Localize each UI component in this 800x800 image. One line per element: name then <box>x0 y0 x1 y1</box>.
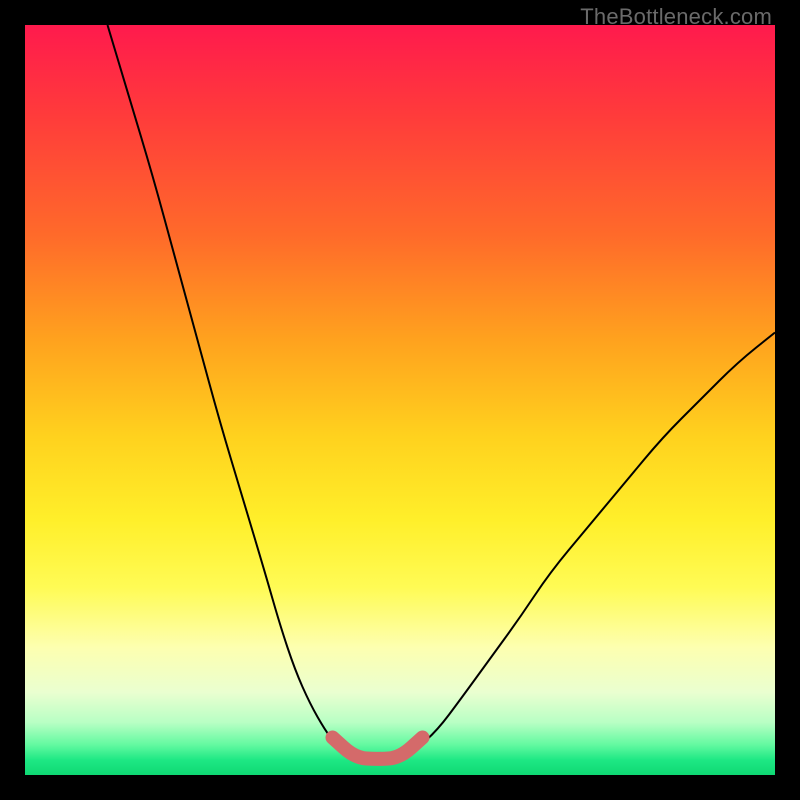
curves-svg <box>25 25 775 775</box>
right-curve <box>400 333 775 759</box>
plot-area <box>25 25 775 775</box>
chart-frame: TheBottleneck.com <box>0 0 800 800</box>
bottom-highlight <box>333 738 423 759</box>
left-curve <box>108 25 356 759</box>
watermark-text: TheBottleneck.com <box>580 4 772 30</box>
